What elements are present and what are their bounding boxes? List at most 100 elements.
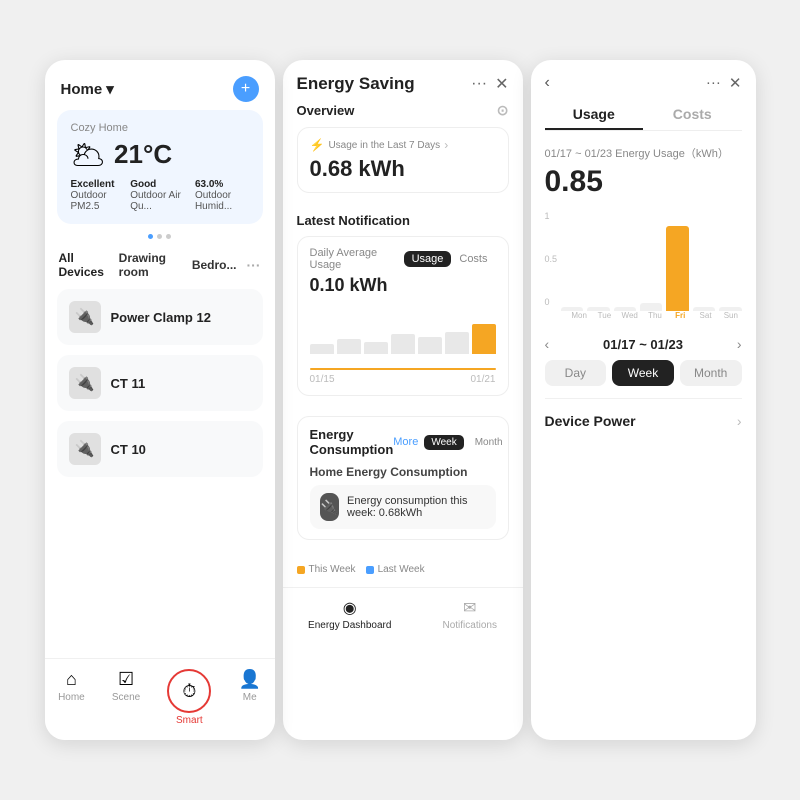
device-list: 🔌 Power Clamp 12 🔌 CT 11 🔌 CT 10 bbox=[45, 289, 275, 477]
bar-wed bbox=[614, 211, 636, 311]
p2-header-icons: ··· ✕ bbox=[471, 74, 508, 94]
bar-5 bbox=[418, 337, 442, 355]
energy-dashboard-label: Energy Dashboard bbox=[308, 620, 391, 631]
week-btn[interactable]: Week bbox=[612, 360, 674, 386]
home-icon: ⌂ bbox=[66, 669, 77, 690]
month-btn[interactable]: Month bbox=[680, 360, 742, 386]
tab-usage[interactable]: Usage bbox=[545, 100, 644, 130]
device-name-ct10: CT 10 bbox=[111, 442, 146, 457]
temperature: 21°C bbox=[114, 139, 172, 170]
kwh-main-value: 0.85 bbox=[531, 163, 756, 211]
weather-stats: Excellent Outdoor PM2.5 Good Outdoor Air… bbox=[71, 179, 249, 212]
nav-home[interactable]: ⌂ Home bbox=[58, 669, 85, 726]
date-range-label: 01/17 ~ 01/23 Energy Usage（kWh） bbox=[531, 141, 756, 163]
energy-consumption-section: Energy Consumption More Week Month Home … bbox=[283, 416, 523, 560]
bar-3 bbox=[364, 342, 388, 355]
p1-header: Home ▾ + bbox=[45, 60, 275, 110]
daily-avg-label: Daily Average Usage bbox=[310, 247, 404, 271]
back-button[interactable]: ‹ bbox=[545, 74, 550, 92]
p3-tabs: Usage Costs bbox=[545, 100, 742, 131]
daily-kwh-value: 0.10 kWh bbox=[310, 275, 496, 296]
nav-smart[interactable]: ⏱ Smart bbox=[167, 669, 211, 726]
more-link[interactable]: More bbox=[393, 436, 418, 448]
p3-more-icon[interactable]: ··· bbox=[706, 74, 721, 92]
chart-line bbox=[310, 368, 496, 370]
usage-btn[interactable]: Usage bbox=[404, 251, 452, 267]
legend-last-week: Last Week bbox=[366, 564, 425, 575]
home-label[interactable]: Home ▾ bbox=[61, 80, 114, 98]
notifications-label: Notifications bbox=[442, 620, 496, 631]
next-week-button[interactable]: › bbox=[737, 336, 742, 352]
consumption-item: 🔌 Energy consumption this week: 0.68kWh bbox=[310, 485, 496, 529]
p3-header: ‹ ··· ✕ bbox=[531, 60, 756, 100]
x-axis: Mon Tue Wed Thu Fri Sat Sun bbox=[545, 311, 742, 320]
bar-chart-bars bbox=[310, 304, 496, 354]
nav-me[interactable]: 👤 Me bbox=[238, 669, 260, 726]
bar-6 bbox=[445, 332, 469, 355]
device-item-power-clamp[interactable]: 🔌 Power Clamp 12 bbox=[57, 289, 263, 345]
dot-1 bbox=[148, 234, 153, 239]
bar-7 bbox=[472, 324, 496, 354]
chevron-right-icon: › bbox=[444, 138, 448, 152]
usage-hint: ⚡ Usage in the Last 7 Days › bbox=[310, 138, 496, 152]
device-name-power-clamp: Power Clamp 12 bbox=[111, 310, 211, 325]
tab-more[interactable]: ··· bbox=[247, 257, 261, 273]
notif-header: Daily Average Usage Usage Costs bbox=[310, 247, 496, 271]
temp-row: 🌥 21°C bbox=[71, 138, 249, 171]
device-icon-ct11: 🔌 bbox=[69, 367, 101, 399]
date-end: 01/21 bbox=[470, 374, 495, 385]
notification-card: Daily Average Usage Usage Costs 0.10 kWh bbox=[297, 236, 509, 396]
y-axis: 1 0.5 0 bbox=[545, 211, 558, 311]
device-item-ct11[interactable]: 🔌 CT 11 bbox=[57, 355, 263, 411]
legend-dot-this-week bbox=[297, 566, 305, 574]
bar-1 bbox=[310, 344, 334, 354]
period-buttons: Day Week Month bbox=[531, 360, 756, 398]
consumption-text: Energy consumption this week: 0.68kWh bbox=[347, 495, 485, 519]
tab-bedro[interactable]: Bedro... bbox=[192, 258, 237, 272]
device-power-chevron: › bbox=[737, 413, 742, 429]
nav-notifications[interactable]: ✉ Notifications bbox=[442, 598, 496, 631]
day-btn[interactable]: Day bbox=[545, 360, 607, 386]
bar-2 bbox=[337, 339, 361, 354]
device-item-ct10[interactable]: 🔌 CT 10 bbox=[57, 421, 263, 477]
x-wed: Wed bbox=[619, 311, 640, 320]
bar-4 bbox=[391, 334, 415, 354]
home-energy-label: Home Energy Consumption bbox=[310, 465, 496, 479]
overview-settings-icon[interactable]: ⊙ bbox=[497, 102, 509, 119]
p2-header: Energy Saving ··· ✕ bbox=[283, 60, 523, 102]
device-plug-icon: 🔌 bbox=[320, 493, 340, 521]
x-thu: Thu bbox=[644, 311, 665, 320]
p2-bottom-nav: ◉ Energy Dashboard ✉ Notifications bbox=[283, 587, 523, 645]
panel-energy-saving: Energy Saving ··· ✕ Overview ⊙ ⚡ Usage i… bbox=[283, 60, 523, 740]
y-label-1: 1 bbox=[545, 211, 558, 221]
usage-costs-toggle: Usage Costs bbox=[404, 251, 496, 267]
close-icon[interactable]: ✕ bbox=[495, 74, 508, 94]
nav-scene[interactable]: ☑ Scene bbox=[112, 669, 140, 726]
y-label-0: 0 bbox=[545, 297, 558, 307]
add-button[interactable]: + bbox=[233, 76, 259, 102]
x-sat: Sat bbox=[695, 311, 716, 320]
legend-dot-last-week bbox=[366, 566, 374, 574]
nav-energy-dashboard[interactable]: ◉ Energy Dashboard bbox=[308, 598, 391, 631]
tab-drawing-room[interactable]: Drawing room bbox=[119, 251, 182, 279]
cons-header: Energy Consumption More Week Month bbox=[310, 427, 496, 457]
more-icon[interactable]: ··· bbox=[471, 75, 487, 93]
week-nav: ‹ 01/17 ~ 01/23 › bbox=[531, 328, 756, 360]
week-btn[interactable]: Week bbox=[424, 435, 463, 450]
air-stat: Good Outdoor Air Qu... bbox=[130, 179, 183, 212]
overview-card[interactable]: ⚡ Usage in the Last 7 Days › 0.68 kWh bbox=[297, 127, 509, 193]
tab-costs[interactable]: Costs bbox=[643, 100, 742, 130]
energy-dashboard-icon: ◉ bbox=[343, 598, 357, 618]
costs-btn[interactable]: Costs bbox=[451, 251, 495, 267]
me-icon: 👤 bbox=[238, 669, 260, 690]
bolt-icon: ⚡ bbox=[310, 138, 325, 152]
device-power-row[interactable]: Device Power › bbox=[531, 399, 756, 443]
tab-all-devices[interactable]: All Devices bbox=[59, 251, 109, 279]
month-btn[interactable]: Month bbox=[468, 435, 510, 450]
scene-icon: ☑ bbox=[118, 669, 134, 690]
device-name-ct11: CT 11 bbox=[111, 376, 146, 391]
p3-close-icon[interactable]: ✕ bbox=[729, 74, 742, 92]
prev-week-button[interactable]: ‹ bbox=[545, 336, 550, 352]
location-label: Cozy Home bbox=[71, 122, 249, 134]
bar-sun bbox=[719, 211, 741, 311]
